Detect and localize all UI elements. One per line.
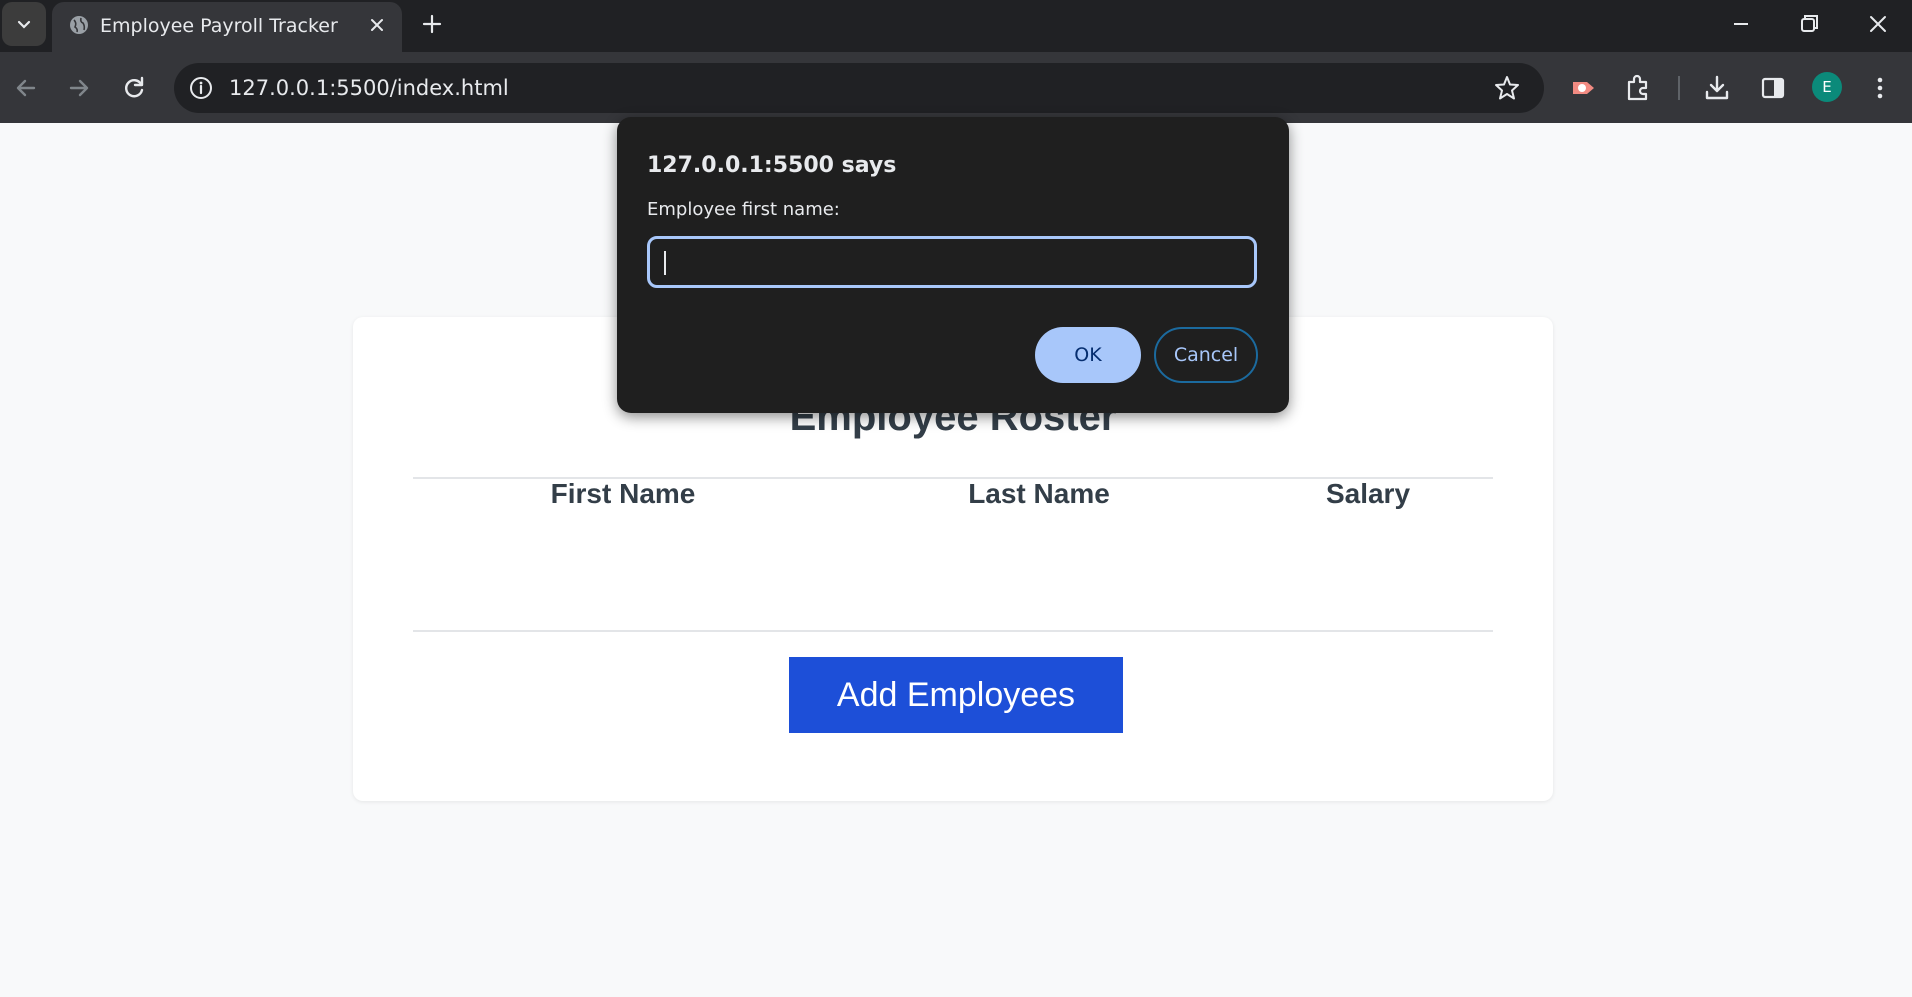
table-bottom-rule bbox=[413, 630, 1493, 632]
column-header-salary: Salary bbox=[1325, 478, 1411, 509]
globe-icon bbox=[70, 16, 88, 34]
add-employees-button[interactable]: Add Employees bbox=[789, 657, 1123, 733]
cancel-button[interactable]: Cancel bbox=[1154, 327, 1258, 383]
chevron-down-icon bbox=[17, 20, 31, 29]
column-header-first-name: First Name bbox=[550, 478, 696, 509]
tab-search-button[interactable] bbox=[2, 2, 46, 46]
browser-toolbar: 127.0.0.1:5500/index.html E bbox=[0, 52, 1912, 123]
employee-first-name-input[interactable] bbox=[647, 236, 1257, 288]
close-tab-icon[interactable] bbox=[366, 14, 388, 36]
tab-title: Employee Payroll Tracker bbox=[100, 15, 338, 37]
reload-icon[interactable] bbox=[118, 72, 150, 104]
profile-avatar[interactable]: E bbox=[1812, 72, 1842, 102]
toolbar-divider bbox=[1678, 76, 1680, 100]
bookmark-star-icon[interactable] bbox=[1492, 73, 1522, 103]
address-bar[interactable]: 127.0.0.1:5500/index.html bbox=[174, 63, 1544, 113]
new-tab-icon[interactable] bbox=[418, 10, 446, 38]
close-window-icon[interactable] bbox=[1862, 8, 1894, 40]
forward-arrow-icon[interactable] bbox=[63, 72, 95, 104]
tab-strip: Employee Payroll Tracker bbox=[0, 0, 1912, 52]
site-info-icon[interactable] bbox=[188, 75, 214, 101]
back-arrow-icon[interactable] bbox=[10, 72, 42, 104]
more-menu-icon[interactable] bbox=[1864, 72, 1896, 104]
column-header-last-name: Last Name bbox=[968, 478, 1110, 509]
side-panel-icon[interactable] bbox=[1757, 72, 1789, 104]
url-text: 127.0.0.1:5500/index.html bbox=[229, 76, 509, 100]
extension-record-icon[interactable] bbox=[1567, 72, 1599, 104]
dialog-message: Employee first name: bbox=[647, 199, 840, 220]
browser-tab[interactable]: Employee Payroll Tracker bbox=[52, 2, 402, 52]
prompt-dialog: 127.0.0.1:5500 says Employee first name:… bbox=[617, 117, 1289, 413]
download-icon[interactable] bbox=[1701, 72, 1733, 104]
dialog-title: 127.0.0.1:5500 says bbox=[647, 153, 897, 178]
extensions-puzzle-icon[interactable] bbox=[1622, 72, 1654, 104]
ok-button[interactable]: OK bbox=[1035, 327, 1141, 383]
restore-icon[interactable] bbox=[1793, 8, 1825, 40]
text-caret bbox=[664, 251, 666, 275]
minimize-icon[interactable] bbox=[1725, 8, 1757, 40]
